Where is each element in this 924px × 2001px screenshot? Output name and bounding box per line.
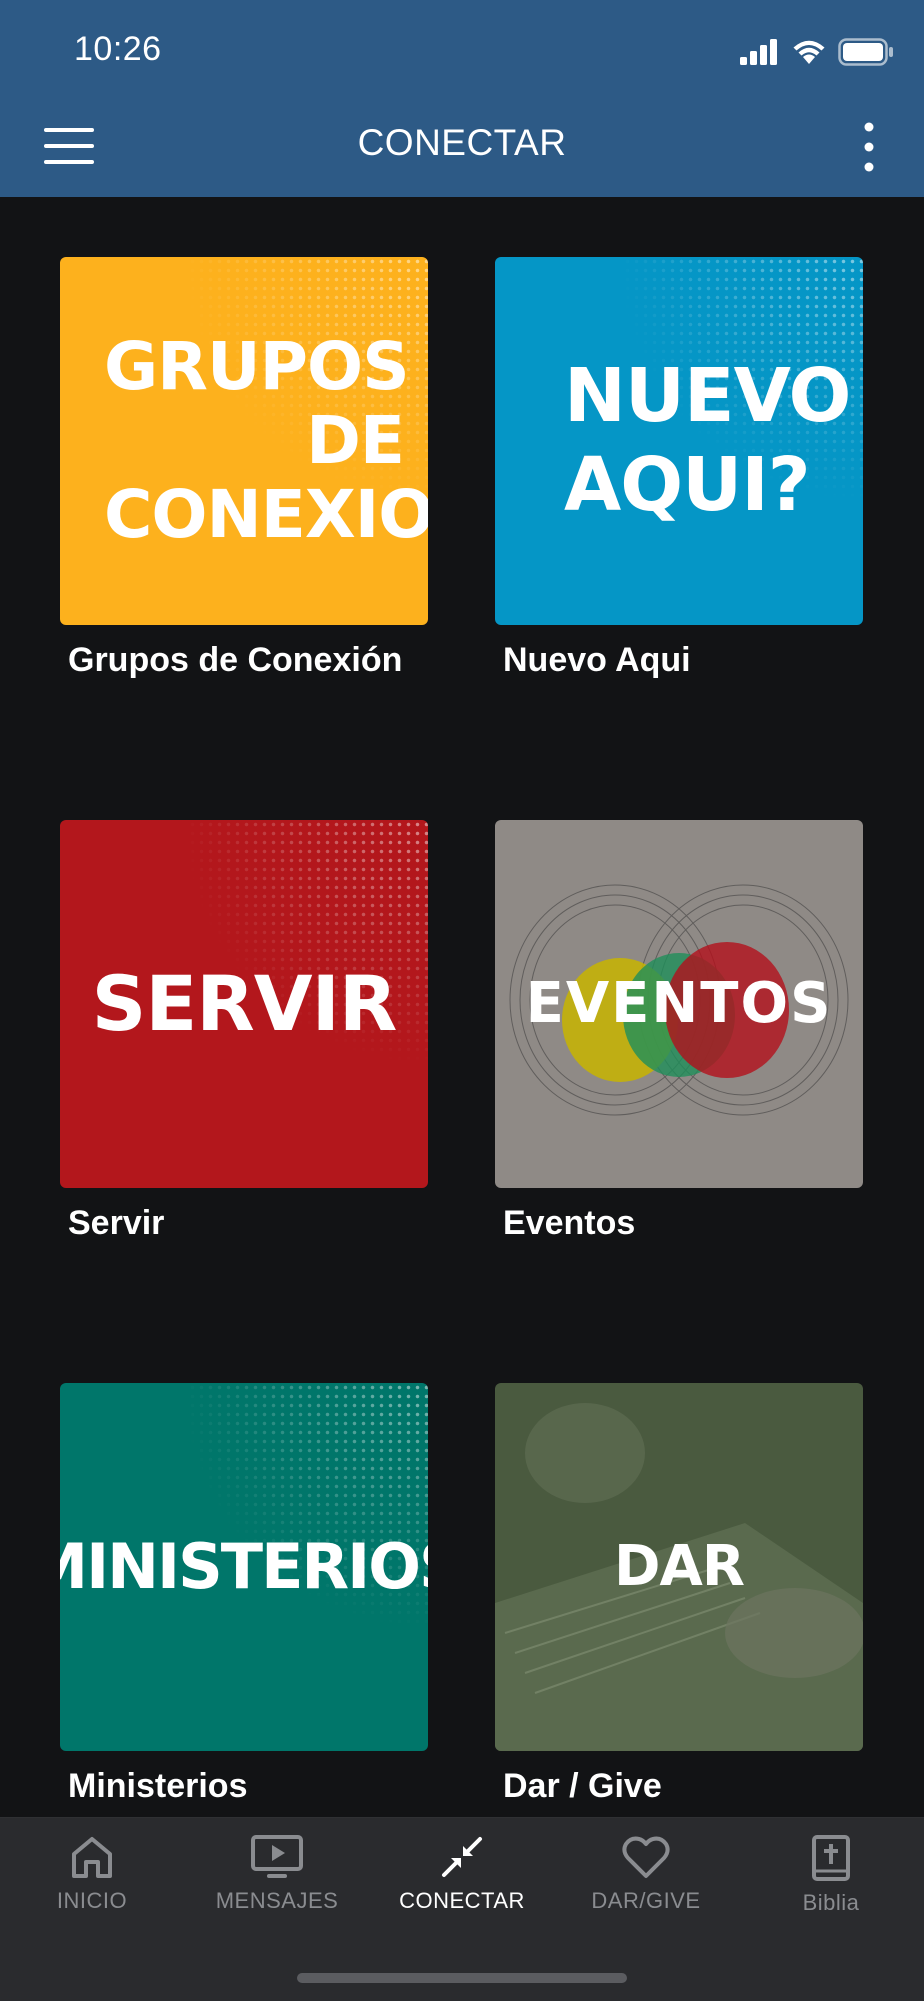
kebab-menu-icon: [864, 122, 874, 172]
card-label: Ministerios: [68, 1767, 248, 1805]
servir-tile: SERVIR: [60, 820, 428, 1188]
card-label: Dar / Give: [503, 1767, 662, 1805]
card-label: Grupos de Conexión: [68, 641, 403, 679]
ministerios-tile-text: MINISTERIOS: [60, 1530, 428, 1604]
play-screen-icon: [251, 1835, 303, 1878]
signal-icon: [740, 39, 777, 65]
card-label: Servir: [68, 1204, 165, 1242]
ministerios-tile: MINISTERIOS: [60, 1383, 428, 1751]
dar-tile: DAR: [495, 1383, 863, 1751]
tab-label: CONECTAR: [399, 1888, 525, 1913]
card-nuevo-aqui[interactable]: NUEVO AQUI? Nuevo Aqui: [495, 257, 863, 680]
battery-icon: [838, 38, 893, 66]
card-dar[interactable]: DAR Dar / Give: [495, 1383, 863, 1806]
grupos-tile-text: GRUPOS DE CONEXION: [104, 328, 428, 553]
grupos-tile: GRUPOS DE CONEXION: [60, 257, 428, 625]
eventos-tile: EVENTOS: [495, 820, 863, 1188]
nuevo-aqui-tile-text: NUEVO AQUI?: [564, 353, 851, 528]
home-icon: [72, 1837, 112, 1878]
more-options-button[interactable]: [858, 122, 880, 172]
nuevo-aqui-tile: NUEVO AQUI?: [495, 257, 863, 625]
status-icons: [740, 34, 894, 70]
connect-grid: GRUPOS DE CONEXION Grupos de Conexión NU…: [0, 197, 924, 1817]
tab-label: INICIO: [56, 1888, 128, 1913]
app-header: 10:26 CONECTAR: [0, 0, 924, 197]
tab-label: DAR/GIVE: [591, 1888, 701, 1913]
card-servir[interactable]: SERVIR Servir: [60, 820, 428, 1243]
page-title: CONECTAR: [357, 122, 567, 163]
servir-tile-text: SERVIR: [91, 959, 398, 1049]
status-time: 10:26: [74, 30, 162, 68]
tab-inicio[interactable]: INICIO: [0, 1818, 184, 1938]
tab-conectar[interactable]: CONECTAR: [370, 1818, 554, 1938]
tab-label: Biblia: [802, 1890, 860, 1915]
arrows-in-icon: [442, 1837, 482, 1877]
tab-label: MENSAJES: [215, 1888, 339, 1913]
card-ministerios[interactable]: MINISTERIOS Ministerios: [60, 1383, 428, 1806]
tab-mensajes[interactable]: MENSAJES: [185, 1818, 369, 1938]
card-eventos[interactable]: EVENTOS Eventos: [495, 820, 863, 1243]
dar-tile-text: DAR: [614, 1533, 745, 1599]
heart-icon: [622, 1836, 670, 1878]
wifi-icon: [793, 40, 825, 64]
tab-dar-give[interactable]: DAR/GIVE: [554, 1818, 738, 1938]
card-label: Eventos: [503, 1204, 636, 1242]
eventos-tile-text: EVENTOS: [525, 970, 833, 1036]
tab-biblia[interactable]: Biblia: [739, 1818, 923, 1938]
card-grupos[interactable]: GRUPOS DE CONEXION Grupos de Conexión: [60, 257, 428, 680]
card-label: Nuevo Aqui: [503, 641, 691, 679]
bible-icon: [812, 1835, 850, 1881]
home-indicator: [297, 1973, 627, 1983]
